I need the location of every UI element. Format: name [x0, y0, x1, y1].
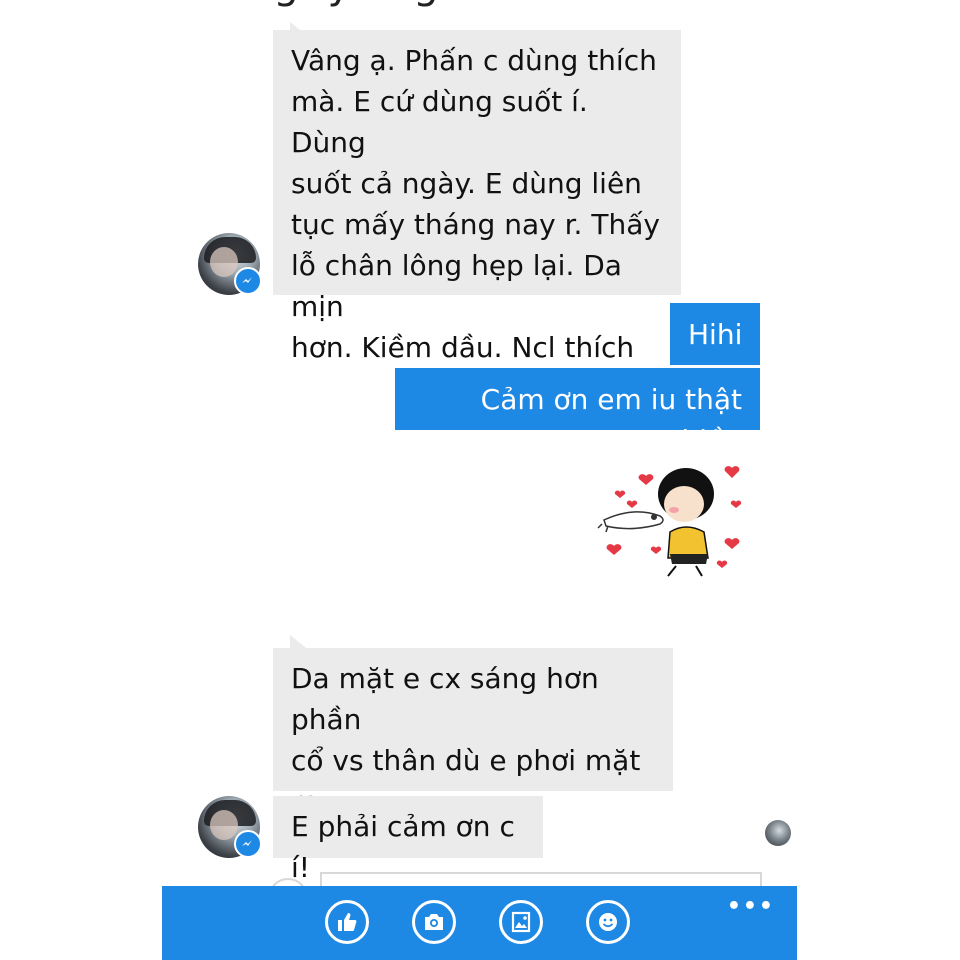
incoming-message-bubble[interactable]: Da mặt e cx sáng hơn phần cổ vs thân dù … [273, 648, 673, 859]
messenger-badge-icon [234, 830, 262, 858]
messenger-badge-icon [234, 267, 262, 295]
camera-button[interactable] [412, 900, 456, 944]
emoji-icon [599, 913, 617, 931]
cut-off-header-text: ng y ng [240, 0, 760, 12]
thumbs-up-icon [338, 913, 357, 931]
incoming-message-bubble[interactable]: Vâng ạ. Phấn c dùng thích mà. E cứ dùng … [273, 30, 681, 364]
contact-avatar[interactable] [198, 233, 262, 295]
app-bar: ••• [162, 886, 797, 960]
like-button[interactable] [325, 900, 369, 944]
outgoing-message-bubble[interactable]: Cảm ơn em iu thật nhiều [395, 368, 760, 457]
more-options-button[interactable]: ••• [727, 894, 775, 919]
avatar-face [210, 810, 238, 840]
photos-button[interactable] [499, 900, 543, 944]
avatar-face [210, 247, 238, 277]
sticker-girl-hugging-cat[interactable] [596, 462, 752, 580]
incoming-message-bubble[interactable]: E phải cảm ơn c í! [273, 796, 543, 884]
photos-icon [511, 911, 531, 933]
contact-avatar[interactable] [198, 796, 262, 858]
emoji-button[interactable] [586, 900, 630, 944]
seen-indicator-avatar [765, 820, 791, 846]
camera-icon [425, 914, 443, 930]
outgoing-message-bubble[interactable]: Hihi [670, 303, 760, 365]
